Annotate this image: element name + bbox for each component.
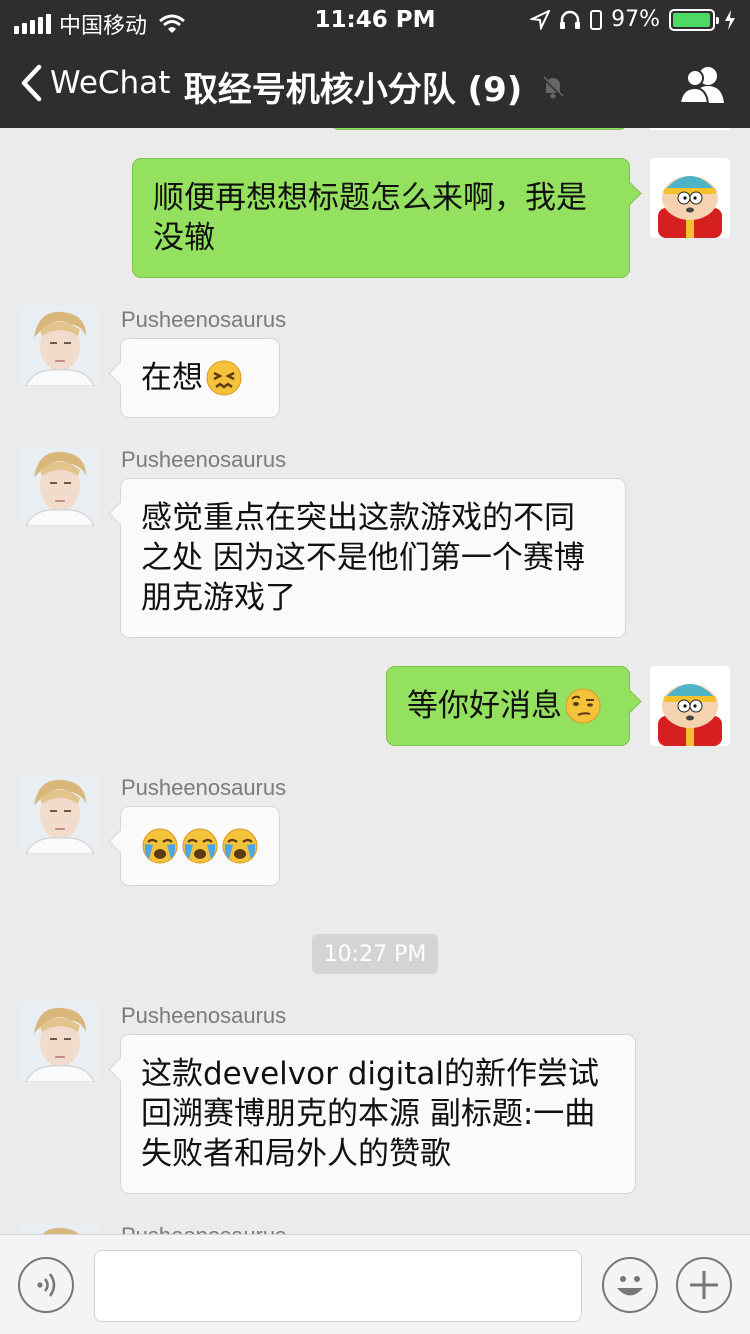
more-button[interactable] [676, 1257, 732, 1313]
orientation-lock-icon [590, 9, 603, 30]
message-bubble-outgoing[interactable]: 等你好消息 [386, 666, 630, 746]
confounded-face-icon [206, 360, 242, 396]
battery-icon [669, 8, 719, 31]
sender-name: Pusheenosaurus [121, 447, 287, 472]
chat-title: 取经号机核小分队 (9) [0, 62, 750, 111]
sender-avatar[interactable] [20, 1222, 100, 1234]
nav-bar: WeChat 取经号机核小分队 (9) [0, 40, 750, 128]
group-title: 取经号机核小分队 (9) [183, 70, 523, 110]
user-photo-avatar [20, 1002, 100, 1082]
sender-avatar[interactable] [20, 446, 100, 526]
sender-name: Pusheenosaurus [121, 307, 287, 332]
sender-avatar[interactable] [20, 306, 100, 386]
message-text: 感觉重点在突出这款游戏的不同之处 因为这不是他们第一个赛博朋克游戏了 [141, 500, 585, 616]
headphones-icon [560, 10, 581, 29]
message-bubble-incoming[interactable]: 这款develvor digital的新作尝试回溯赛博朋克的本源 副标题:一曲失… [120, 1034, 636, 1194]
user-photo-avatar [20, 446, 100, 526]
smiley-icon [617, 1276, 643, 1296]
sender-name: Pusheenosaurus [121, 1003, 287, 1028]
cartman-avatar-icon [650, 666, 730, 746]
group-people-icon[interactable] [678, 64, 726, 104]
raised-eyebrow-face-icon [565, 688, 601, 724]
crying-face-icon [182, 828, 218, 864]
battery-percent: 97% [611, 7, 660, 32]
previous-avatar-edge [650, 128, 730, 130]
sender-avatar[interactable] [20, 774, 100, 854]
sender-name: Pusheenosaurus [121, 775, 287, 800]
message-bubble-incoming[interactable]: 感觉重点在突出这款游戏的不同之处 因为这不是他们第一个赛博朋克游戏了 [120, 478, 626, 638]
user-photo-avatar [20, 306, 100, 386]
mute-bell-icon [542, 75, 565, 98]
voice-button[interactable] [18, 1257, 74, 1313]
message-input[interactable] [94, 1250, 582, 1322]
chat-area[interactable]: 顺便再想想标题怎么来啊，我是没辙 Pusheenosaurus 在想 Pushe… [0, 128, 750, 1234]
cartman-avatar-icon [650, 158, 730, 238]
crying-face-icon [142, 828, 178, 864]
user-photo-avatar [20, 1222, 100, 1234]
voice-icon [37, 1273, 56, 1297]
input-bar [0, 1234, 750, 1334]
my-avatar[interactable] [650, 158, 730, 238]
timestamp-divider: 10:27 PM [312, 934, 438, 974]
message-text: 顺便再想想标题怎么来啊，我是没辙 [153, 180, 587, 256]
sender-name: Pusheenosaurus [121, 1223, 286, 1234]
charging-bolt-icon [725, 9, 735, 30]
plus-icon [690, 1271, 718, 1299]
sender-avatar[interactable] [20, 1002, 100, 1082]
crying-face-icon [222, 828, 258, 864]
emoji-button[interactable] [602, 1257, 658, 1313]
message-text: 等你好消息 [407, 688, 562, 724]
message-text: 这款develvor digital的新作尝试回溯赛博朋克的本源 副标题:一曲失… [141, 1056, 600, 1172]
message-text: 在想 [141, 360, 203, 396]
message-bubble-incoming[interactable] [120, 806, 280, 886]
message-bubble-incoming[interactable]: 在想 [120, 338, 280, 418]
previous-bubble-edge [330, 128, 628, 130]
user-photo-avatar [20, 774, 100, 854]
my-avatar[interactable] [650, 666, 730, 746]
top-bar: 中国移动 11:46 PM 97% WeChat 取经号机核小分队 (9) [0, 0, 750, 128]
location-arrow-icon [530, 9, 551, 30]
message-bubble-outgoing[interactable]: 顺便再想想标题怎么来啊，我是没辙 [132, 158, 630, 278]
status-bar: 中国移动 11:46 PM 97% [0, 0, 750, 40]
